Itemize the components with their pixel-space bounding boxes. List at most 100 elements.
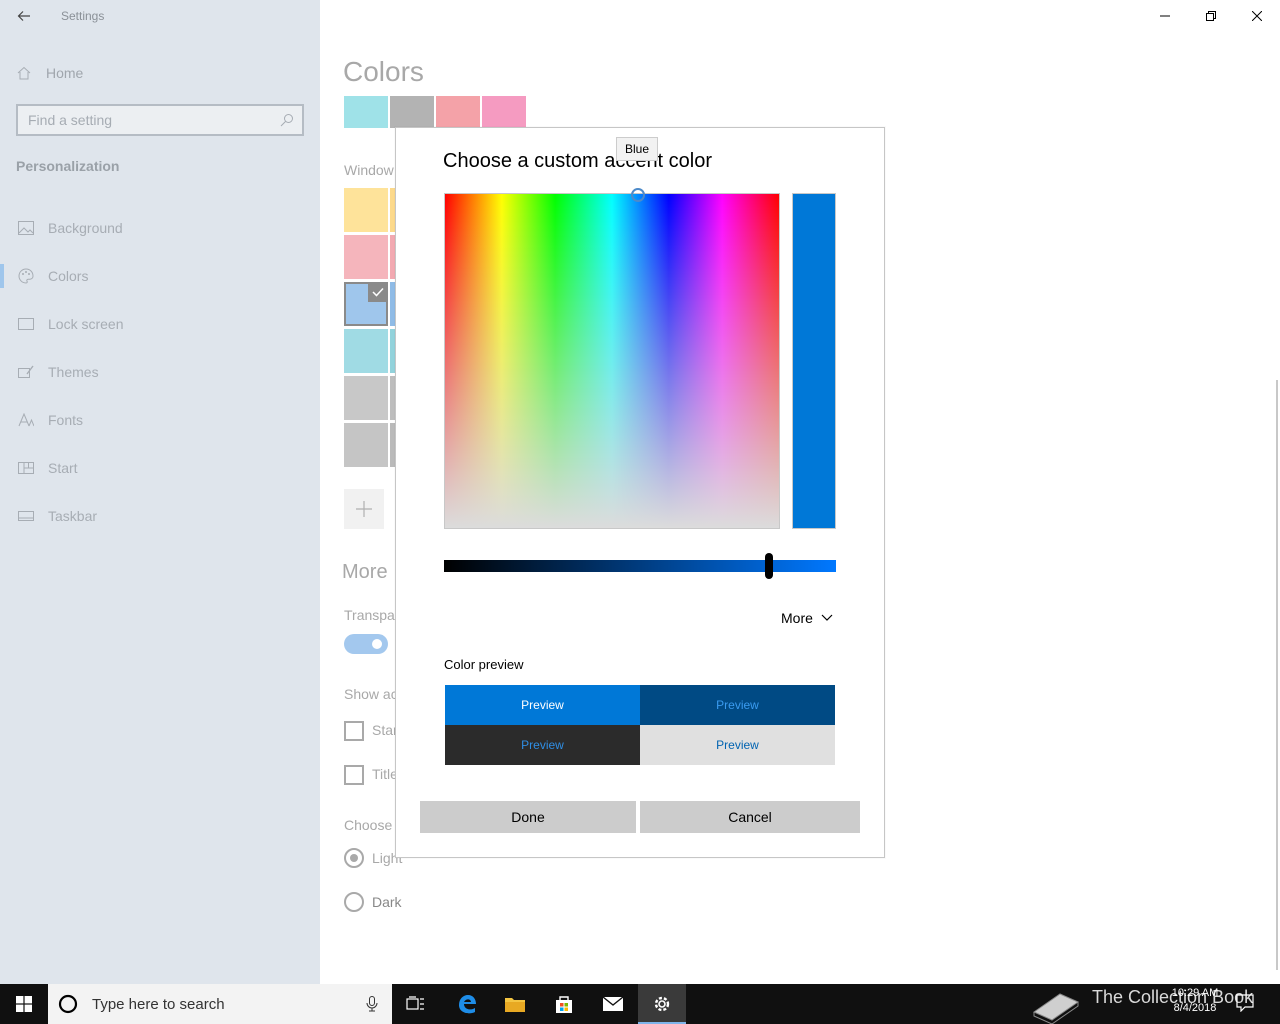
brightness-slider[interactable] (444, 553, 836, 579)
title-bars-checkbox[interactable] (344, 765, 364, 785)
more-expander-label: More (781, 610, 813, 626)
nav-home-label: Home (46, 65, 84, 81)
taskbar-clock[interactable]: 10:29 AM 8/4/2018 (1164, 986, 1226, 1016)
recent-colors (344, 96, 526, 128)
sidebar-item-themes[interactable]: Themes (0, 348, 320, 396)
custom-accent-color-dialog: Choose a custom accent color More Color … (395, 127, 885, 858)
settings-nav-pane: Settings Home Personalization Background… (0, 0, 320, 984)
edge-icon (459, 995, 476, 1014)
back-arrow-icon (17, 11, 30, 21)
brush-icon (18, 365, 34, 378)
sidebar-item-taskbar[interactable]: Taskbar (0, 492, 320, 540)
recent-color-swatch[interactable] (344, 96, 388, 128)
picture-icon (18, 221, 34, 235)
taskbar: Type here to search The Collection Book … (0, 984, 1280, 1024)
nav-section-title: Personalization (16, 158, 120, 174)
settings-taskbar-button[interactable] (638, 984, 686, 1024)
gear-icon (654, 996, 670, 1012)
start-button[interactable] (0, 984, 48, 1024)
sidebar-item-start[interactable]: Start (0, 444, 320, 492)
font-icon (18, 413, 34, 427)
sidebar-item-colors[interactable]: Colors (0, 252, 320, 300)
recent-color-swatch[interactable] (436, 96, 480, 128)
accent-swatch[interactable] (344, 329, 388, 373)
windows-colors-label: Window (344, 162, 394, 178)
sidebar-item-fonts[interactable]: Fonts (0, 396, 320, 444)
checkmark-icon (368, 282, 388, 302)
mode-dark-radio[interactable] (344, 892, 364, 912)
preview-cell: Preview (445, 725, 640, 765)
page-title: Colors (343, 56, 424, 87)
recent-color-swatch[interactable] (390, 96, 434, 128)
settings-search-box[interactable] (16, 104, 304, 136)
sidebar-item-label: Background (48, 220, 123, 236)
custom-color-button[interactable] (344, 489, 384, 529)
app-title: Settings (61, 9, 105, 23)
mail-button[interactable] (589, 984, 637, 1024)
accent-swatch[interactable] (344, 423, 388, 467)
edge-browser-button[interactable] (443, 984, 491, 1024)
color-name-tooltip: Blue (616, 137, 659, 161)
back-button[interactable] (12, 4, 36, 28)
color-preview-label: Color preview (444, 657, 524, 672)
windows-logo-icon (16, 996, 32, 1012)
cancel-button[interactable]: Cancel (640, 801, 860, 833)
taskbar-search-box[interactable]: Type here to search (48, 984, 392, 1024)
mode-light-radio[interactable] (344, 848, 364, 868)
sidebar-item-label: Themes (48, 364, 99, 380)
color-spectrum-picker[interactable] (444, 188, 780, 529)
chevron-down-icon (821, 614, 833, 621)
palette-icon (18, 268, 34, 284)
minimize-button[interactable] (1142, 0, 1188, 32)
brightness-slider-thumb[interactable] (765, 553, 774, 579)
dialog-title: Choose a custom accent color (443, 150, 713, 172)
show-accent-label: Show ac (344, 686, 398, 702)
clock-time: 10:29 AM (1171, 987, 1219, 999)
restore-icon (1206, 11, 1216, 21)
more-expander[interactable]: More (781, 610, 833, 626)
recent-color-swatch[interactable] (482, 96, 526, 128)
plus-icon (356, 501, 372, 517)
store-button[interactable] (540, 984, 588, 1024)
microphone-icon[interactable] (366, 996, 378, 1012)
spectrum-cursor[interactable] (631, 188, 645, 202)
lock-screen-icon (18, 318, 34, 330)
window-controls (1142, 0, 1280, 32)
accent-swatch-selected[interactable] (344, 282, 388, 326)
sidebar-item-label: Fonts (48, 412, 84, 428)
taskbar-icon (18, 511, 34, 521)
nav-home[interactable]: Home (16, 60, 83, 86)
selected-color-swatch (792, 193, 836, 529)
sidebar-item-label: Colors (48, 268, 89, 284)
book-watermark-icon (1032, 993, 1080, 1024)
close-icon (1252, 11, 1262, 21)
close-button[interactable] (1234, 0, 1280, 32)
done-button[interactable]: Done (420, 801, 636, 833)
transparency-toggle[interactable] (344, 634, 388, 654)
sidebar-item-label: Lock screen (48, 316, 124, 332)
file-explorer-button[interactable] (491, 984, 539, 1024)
accent-swatch[interactable] (344, 188, 388, 232)
preview-cell: Preview (640, 685, 835, 725)
accent-swatch[interactable] (344, 376, 388, 420)
accent-swatch[interactable] (344, 235, 388, 279)
action-center-button[interactable] (1236, 994, 1254, 1017)
sidebar-item-lock-screen[interactable]: Lock screen (0, 300, 320, 348)
task-view-button[interactable] (392, 984, 440, 1024)
notification-icon (1236, 994, 1254, 1013)
sidebar-item-background[interactable]: Background (0, 204, 320, 252)
task-view-icon (406, 996, 424, 1010)
search-icon[interactable] (280, 113, 294, 127)
restore-button[interactable] (1188, 0, 1234, 32)
page-scrollbar[interactable] (1276, 380, 1278, 970)
store-bag-icon (556, 996, 572, 1013)
settings-search-input[interactable] (18, 106, 302, 134)
mode-dark-label: Dark (372, 894, 402, 910)
start-checkbox[interactable] (344, 721, 364, 741)
taskbar-search-placeholder: Type here to search (92, 995, 225, 1013)
folder-icon (505, 998, 525, 1012)
nav-list: Background Colors Lock screen Themes Fon… (0, 204, 320, 540)
more-options-heading: More (342, 561, 388, 583)
mail-icon (602, 996, 624, 1011)
color-preview-grid: Preview Preview Preview Preview (445, 685, 835, 765)
